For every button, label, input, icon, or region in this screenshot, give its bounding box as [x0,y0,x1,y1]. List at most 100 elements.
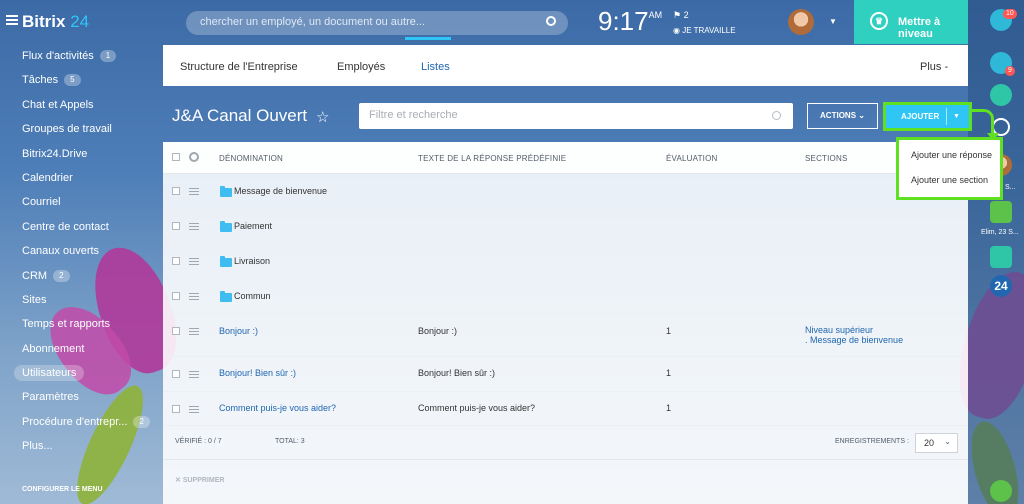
responses-table: DÉNOMINATION TEXTE DE LA RÉPONSE PRÉDÉFI… [163,142,968,504]
row-checkbox[interactable] [172,327,180,335]
page-title: J&A Canal Ouvert [172,106,308,125]
active-tab-indicator [405,37,451,40]
table-row[interactable]: Message de bienvenue [163,174,968,209]
sidebar-item-utilisateurs[interactable]: Utilisateurs [0,363,160,387]
response-name-link[interactable]: Comment puis-je vous aider? [219,403,336,413]
bitrix24-icon[interactable]: 24 [990,275,1012,297]
search-icon[interactable] [546,16,556,26]
chevron-down-icon[interactable]: ▼ [953,105,960,128]
delete-button[interactable]: ✕ SUPPRIMER [175,476,224,484]
table-row[interactable]: Bonjour! Bien sûr :) Bonjour! Bien sûr :… [163,357,968,392]
section-link[interactable]: . Message de bienvenue [805,335,903,345]
search-icon[interactable] [772,111,781,120]
sidebar-item-plus[interactable]: Plus... [0,436,160,460]
row-checkbox[interactable] [172,292,180,300]
drag-handle-icon[interactable] [189,223,199,230]
menu-icon[interactable] [6,15,18,25]
phone-icon[interactable] [990,480,1012,502]
drag-handle-icon[interactable] [189,371,199,378]
star-icon[interactable]: ☆ [316,108,329,126]
folder-icon [220,186,232,197]
open-channel-icon[interactable] [990,246,1012,268]
annotation-arrow [972,109,999,141]
configure-menu-link[interactable]: CONFIGURER LE MENU [22,486,103,493]
drag-handle-icon[interactable] [189,406,199,413]
table-row[interactable]: Bonjour :) Bonjour :) 1 Niveau supérieur… [163,314,968,357]
user-avatar[interactable] [788,9,814,35]
column-header[interactable]: DÉNOMINATION [219,154,283,163]
section-link[interactable]: Niveau supérieur [805,325,903,335]
table-footer: VÉRIFIÉ : 0 / 7 TOTAL: 3 ENREGISTREMENTS… [163,426,968,460]
drag-handle-icon[interactable] [189,188,199,195]
response-name-link[interactable]: Bonjour :) [219,326,258,336]
table-header: DÉNOMINATION TEXTE DE LA RÉPONSE PRÉDÉFI… [163,142,968,174]
row-checkbox[interactable] [172,370,180,378]
tab-employes[interactable]: Employés [337,61,385,73]
table-row[interactable]: Paiement [163,209,968,244]
sidebar-item-abonnement[interactable]: Abonnement [0,339,160,363]
actions-button[interactable]: ACTIONS ⌄ [807,103,878,129]
sidebar-item-temps[interactable]: Temps et rapports [0,314,160,338]
drag-handle-icon[interactable] [189,328,199,335]
sidebar-item-flux[interactable]: Flux d'activités 1 [0,46,160,70]
folder-icon [220,256,232,267]
tab-listes[interactable]: Listes [421,61,450,73]
upgrade-button[interactable]: ♛ Mettre à niveau [854,0,968,44]
sidebar-item-contact[interactable]: Centre de contact [0,217,160,241]
column-header[interactable]: SECTIONS [805,154,848,163]
sidebar-item-procedure[interactable]: Procédure d'entrepr... 2 [0,412,160,436]
table-row[interactable]: Livraison [163,244,968,279]
menu-item-add-section[interactable]: Ajouter une section [911,175,988,185]
sidebar-item-groupes[interactable]: Groupes de travail [0,119,160,143]
notification-badge: 10 [1003,9,1017,19]
row-checkbox[interactable] [172,187,180,195]
table-row[interactable]: Comment puis-je vous aider? Comment puis… [163,392,968,426]
add-button[interactable]: AJOUTER ▼ [883,102,972,131]
chevron-down-icon[interactable]: ▼ [829,17,837,26]
tab-plus[interactable]: Plus - [920,61,948,73]
sidebar-item-crm[interactable]: CRM 2 [0,266,160,290]
global-search-input[interactable]: chercher un employé, un document ou autr… [186,11,568,35]
column-header[interactable]: ÉVALUATION [666,154,718,163]
folder-icon [220,291,232,302]
total-counter: TOTAL: 3 [275,438,305,445]
drag-handle-icon[interactable] [189,293,199,300]
sidebar-item-calendrier[interactable]: Calendrier [0,168,160,192]
table-row[interactable]: Commun [163,279,968,314]
column-header[interactable]: TEXTE DE LA RÉPONSE PRÉDÉFINIE [418,154,566,163]
sidebar-item-chat[interactable]: Chat et Appels [0,95,160,119]
chevron-down-icon: ⌄ [944,437,951,446]
count-badge: 2 [53,269,70,282]
row-checkbox[interactable] [172,222,180,230]
tab-structure[interactable]: Structure de l'Entreprise [180,61,298,73]
sidebar-item-drive[interactable]: Bitrix24.Drive [0,144,160,168]
sidebar-item-taches[interactable]: Tâches 5 [0,70,160,94]
sidebar-item-parametres[interactable]: Paramètres [0,387,160,411]
count-badge: 1 [99,50,117,63]
row-checkbox[interactable] [172,405,180,413]
count-badge: 5 [64,74,81,87]
menu-item-add-response[interactable]: Ajouter une réponse [911,150,992,160]
response-name-link[interactable]: Bonjour! Bien sûr :) [219,368,296,378]
count-badge: 2 [133,415,150,428]
work-status[interactable]: ◉ JE TRAVAILLE [673,26,736,35]
drag-handle-icon[interactable] [189,258,199,265]
row-checkbox[interactable] [172,257,180,265]
add-dropdown-menu: Ajouter une réponse Ajouter une section [896,137,1003,200]
sidebar-item-canaux[interactable]: Canaux ouverts [0,241,160,265]
select-all-checkbox[interactable] [172,153,180,161]
filter-search-input[interactable]: Filtre et recherche [359,103,793,129]
gear-icon[interactable] [189,152,199,162]
app-logo[interactable]: Bitrix 24 [22,12,89,32]
records-per-page-select[interactable]: 20 ⌄ [915,433,958,453]
top-tabs-panel: Structure de l'Entreprise Employés Liste… [163,45,968,86]
sidebar-item-courriel[interactable]: Courriel [0,192,160,216]
folder-icon [220,221,232,232]
clock[interactable]: 9:17AM [598,6,662,37]
sidebar-item-sites[interactable]: Sites [0,290,160,314]
top-bar: Bitrix 24 chercher un employé, un docume… [0,0,1024,44]
chat-icon[interactable] [990,84,1012,106]
megaphone-icon[interactable] [990,201,1012,223]
sections-cell: Niveau supérieur . Message de bienvenue [805,325,903,345]
flag-counter[interactable]: ⚑ 2 [673,10,689,21]
